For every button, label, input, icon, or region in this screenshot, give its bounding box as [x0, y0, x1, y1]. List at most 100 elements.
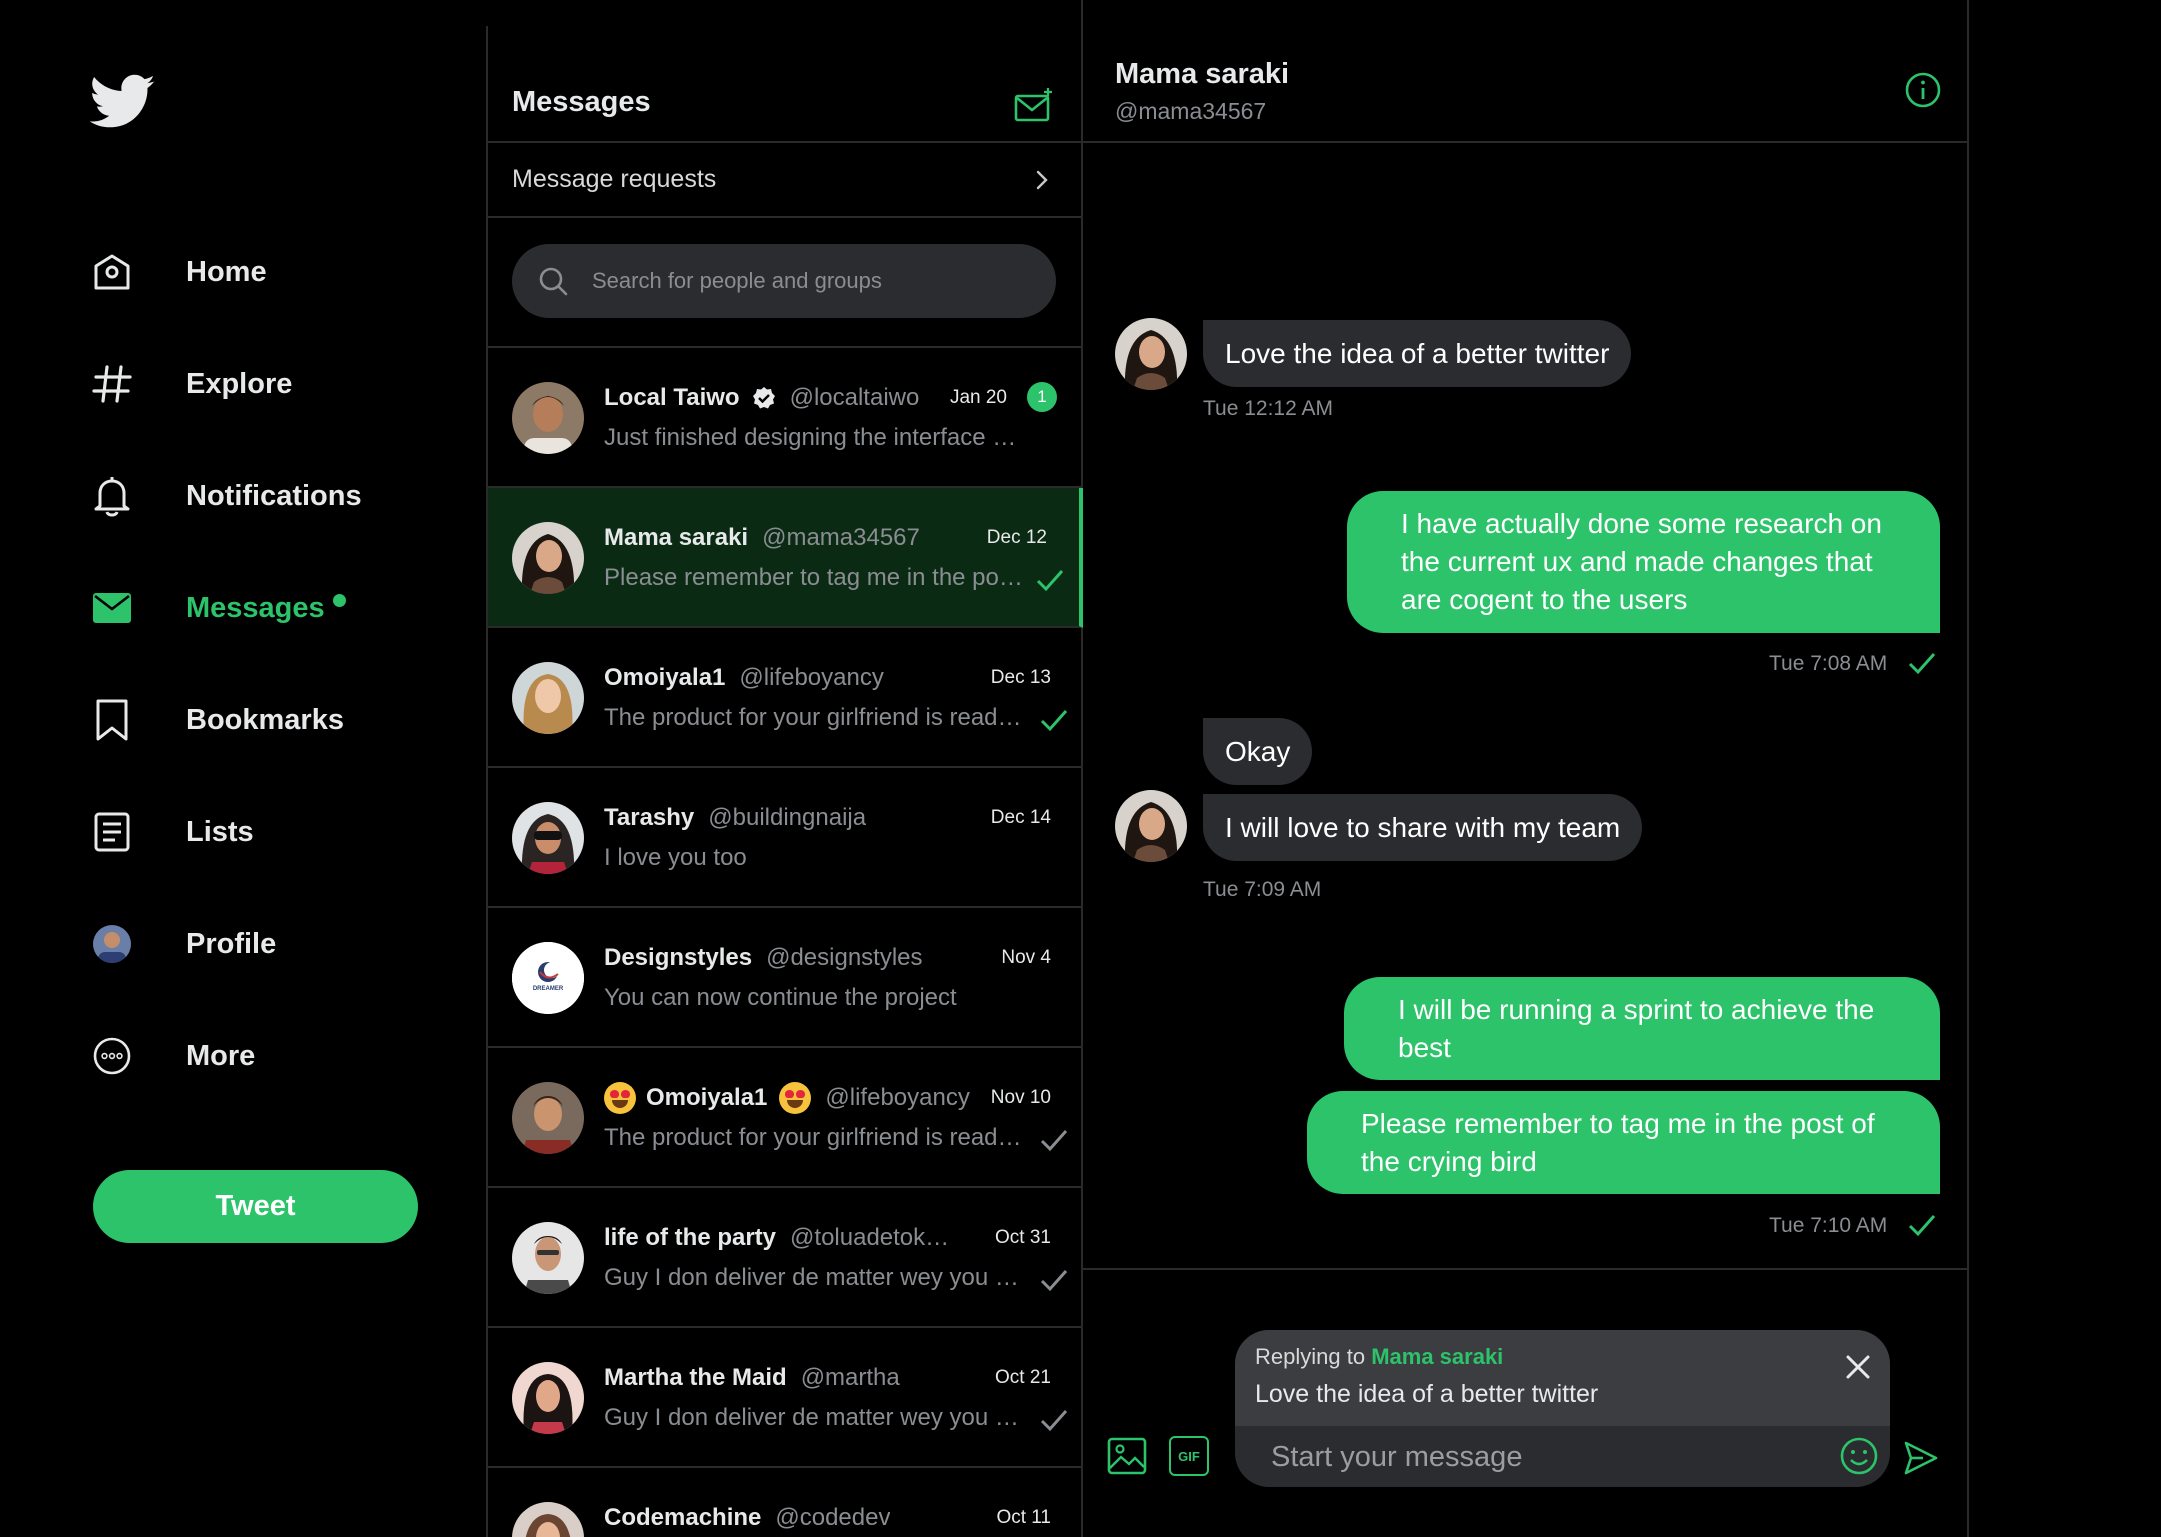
read-check-icon	[1040, 710, 1068, 732]
message-bubble-outgoing: I have actually done some research on th…	[1347, 491, 1940, 633]
message-preview: I love you too	[604, 844, 747, 871]
nav-item-more[interactable]: More	[90, 1024, 430, 1088]
contact-name: Tarashy	[604, 804, 695, 831]
message-bubble-incoming: Love the idea of a better twitter	[1203, 320, 1632, 387]
search-section	[488, 218, 1083, 348]
conversation-date: Oct 31	[995, 1227, 1051, 1248]
contact-handle: @localtaiwo	[789, 384, 920, 411]
chat-contact-handle: @mama34567	[1115, 98, 1267, 124]
contact-name: Designstyles	[604, 944, 753, 971]
nav-label-messages-text: Messages	[186, 591, 325, 624]
message-preview: Please remember to tag me in the post of…	[604, 564, 1028, 591]
hashtag-icon	[90, 362, 134, 406]
gif-button[interactable]: GIF	[1169, 1436, 1209, 1476]
nav-item-notifications[interactable]: Notifications	[90, 464, 430, 528]
tweet-button[interactable]: Tweet	[93, 1170, 418, 1243]
conversation-row[interactable]: DREAMER Designstyles @designstyles Nov 4…	[488, 908, 1083, 1048]
avatar	[512, 382, 584, 454]
nav-item-messages[interactable]: Messages	[90, 576, 430, 640]
reply-label: Replying to Mama saraki	[1255, 1344, 1503, 1370]
chevron-right-icon	[1036, 170, 1048, 190]
message-preview: Guy I don deliver de matter wey you orde…	[604, 1264, 1028, 1291]
contact-handle: @martha	[800, 1364, 900, 1391]
message-bubble-outgoing: Please remember to tag me in the post of…	[1307, 1091, 1940, 1194]
message-text: Please remember to tag me in the post of…	[1361, 1107, 1875, 1177]
conversation-row[interactable]: Omoiyala1 @lifeboyancy Nov 10 The produc…	[488, 1048, 1083, 1188]
message-timestamp: Tue 7:10 AM	[1769, 1214, 1888, 1237]
message-text: Love the idea of a better twitter	[1225, 337, 1610, 369]
read-check-icon	[1908, 1215, 1936, 1237]
twitter-bird-icon[interactable]	[90, 74, 156, 130]
conversation-row[interactable]: Codemachine @codedev Oct 11	[488, 1468, 1083, 1537]
conversation-row[interactable]: Tarashy @buildingnaija Dec 14 I love you…	[488, 768, 1083, 908]
message-timestamp: Tue 7:09 AM	[1203, 878, 1322, 901]
contact-name: Codemachine	[604, 1504, 762, 1531]
message-requests-row[interactable]: Message requests	[488, 143, 1083, 218]
nav-label-messages: Messages	[186, 592, 346, 625]
message-bubble-incoming: Okay	[1203, 718, 1313, 785]
compose-message-icon[interactable]	[1014, 86, 1054, 124]
contact-handle: @buildingnaija	[708, 804, 867, 831]
search-icon	[539, 267, 568, 296]
message-text: Okay	[1225, 735, 1291, 767]
conversation-header: Tarashy @buildingnaija Dec 14	[604, 802, 1067, 834]
info-icon[interactable]	[1905, 72, 1941, 108]
conversation-date: Dec 14	[990, 807, 1051, 828]
nav-label-home: Home	[186, 255, 267, 288]
nav-item-lists[interactable]: Lists	[90, 800, 430, 864]
message-text: I have actually done some research on th…	[1401, 508, 1882, 615]
bookmark-icon	[90, 698, 134, 742]
avatar-icon	[90, 922, 134, 966]
nav-label-more: More	[186, 1039, 256, 1072]
avatar	[512, 1362, 584, 1434]
avatar	[512, 1222, 584, 1294]
contact-handle: @lifeboyancy	[825, 1084, 970, 1111]
conversation-row[interactable]: Omoiyala1 @lifeboyancy Dec 13 The produc…	[488, 628, 1083, 768]
contact-name: Omoiyala1	[646, 1084, 768, 1111]
page-title: Messages	[512, 86, 651, 118]
conversation-header: Mama saraki @mama34567 Dec 12	[604, 522, 1063, 554]
conversation-row[interactable]: Martha the Maid @martha Oct 21 Guy I don…	[488, 1328, 1083, 1468]
contact-handle: @codedev	[775, 1504, 891, 1531]
contact-name: Martha the Maid	[604, 1364, 787, 1391]
sidebar-nav: Home Explore Notifications Messages Book	[0, 0, 486, 1537]
search-input[interactable]	[592, 268, 1032, 294]
nav-item-profile[interactable]: Profile	[90, 912, 430, 976]
conversation-header: Omoiyala1 @lifeboyancy Nov 10	[604, 1082, 1067, 1114]
bell-icon	[90, 474, 134, 518]
more-icon	[90, 1034, 134, 1078]
chat-contact-name: Mama saraki	[1115, 58, 1290, 90]
message-bubble-outgoing: I will be running a sprint to achieve th…	[1344, 977, 1940, 1080]
app-window: Home Explore Notifications Messages Book	[0, 0, 2161, 1537]
contact-handle: @lifeboyancy	[739, 664, 884, 691]
nav-item-bookmarks[interactable]: Bookmarks	[90, 688, 430, 752]
sent-check-icon	[1040, 1270, 1068, 1292]
sent-check-icon	[1040, 1410, 1068, 1432]
reply-quoted-text: Love the idea of a better twitter	[1255, 1380, 1599, 1408]
message-input[interactable]	[1271, 1434, 1811, 1480]
verified-icon	[752, 387, 775, 409]
close-icon[interactable]	[1845, 1354, 1871, 1380]
conversation-header: Martha the Maid @martha Oct 21	[604, 1362, 1067, 1394]
conversation-list-panel: Messages Message requests Local Taiw	[486, 0, 1083, 1537]
image-icon[interactable]	[1107, 1436, 1147, 1476]
reply-preview: Replying to Mama saraki Love the idea of…	[1235, 1330, 1890, 1426]
nav-item-home[interactable]: Home	[90, 240, 430, 304]
avatar	[512, 1082, 584, 1154]
list-header: Messages	[488, 0, 1083, 143]
nav-label-lists: Lists	[186, 815, 254, 848]
conversation-row[interactable]: Local Taiwo @localtaiwo Jan 20 1 Just fi…	[488, 348, 1083, 488]
emoji-icon[interactable]	[1839, 1436, 1879, 1476]
conversation-row[interactable]: life of the party @toluadetokunbo Oct 31…	[488, 1188, 1083, 1328]
conversation-row-active[interactable]: Mama saraki @mama34567 Dec 12 Please rem…	[488, 488, 1083, 628]
search-box	[512, 244, 1056, 318]
envelope-icon	[90, 586, 134, 630]
heart-eyes-emoji-icon	[604, 1082, 636, 1114]
send-icon[interactable]	[1903, 1440, 1939, 1476]
nav-item-explore[interactable]: Explore	[90, 352, 430, 416]
composer: Replying to Mama saraki Love the idea of…	[1235, 1330, 1890, 1487]
nav-label-bookmarks: Bookmarks	[186, 703, 344, 736]
conversation-rows: Local Taiwo @localtaiwo Jan 20 1 Just fi…	[488, 348, 1083, 1537]
avatar	[512, 522, 584, 594]
contact-name: Omoiyala1	[604, 664, 726, 691]
